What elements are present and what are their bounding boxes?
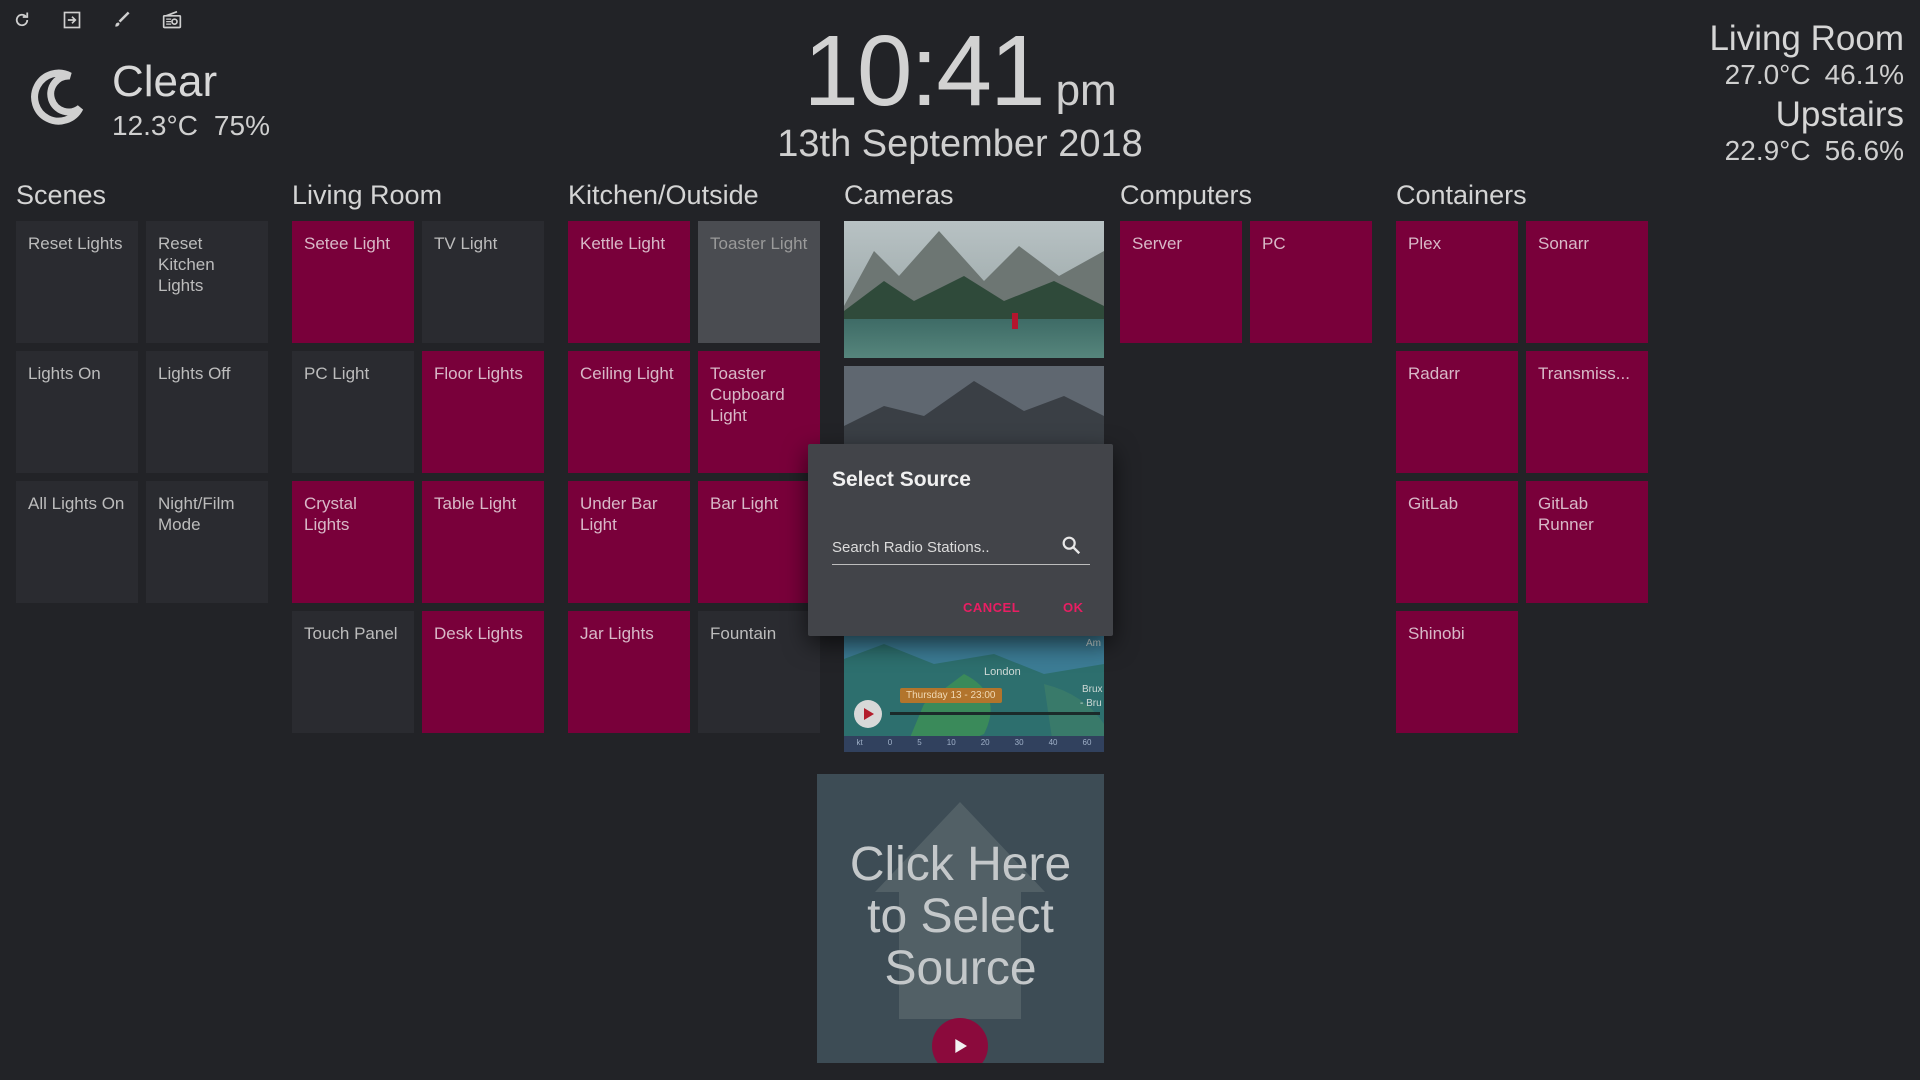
map-timestamp: Thursday 13 - 23:00	[900, 688, 1002, 703]
tile-toaster-cupboard-light[interactable]: Toaster Cupboard Light	[698, 351, 820, 473]
clock-ampm: pm	[1055, 66, 1117, 115]
map-city-label: Am	[1086, 638, 1101, 649]
sensor-temperature: 27.0°C	[1724, 59, 1811, 90]
sensor-humidity: 56.6%	[1824, 135, 1904, 166]
sensor-name-upstairs: Upstairs	[1775, 95, 1904, 134]
group-title: Computers	[1120, 180, 1253, 210]
group-title: Living Room	[292, 180, 443, 210]
map-timeline[interactable]	[890, 712, 1100, 715]
group-computers: Computers Server PC	[1120, 180, 1372, 343]
tile-crystal-lights[interactable]: Crystal Lights	[292, 481, 414, 603]
group-containers: Containers Plex Sonarr Radarr Transmiss.…	[1396, 180, 1648, 733]
tile-kettle-light[interactable]: Kettle Light	[568, 221, 690, 343]
camera-feed-2[interactable]	[844, 366, 1104, 444]
tile-shinobi[interactable]: Shinobi	[1396, 611, 1518, 733]
tile-pc[interactable]: PC	[1250, 221, 1372, 343]
sensor-name-living-room: Living Room	[1709, 19, 1904, 58]
tile-pc-light[interactable]: PC Light	[292, 351, 414, 473]
tile-tv-light[interactable]: TV Light	[422, 221, 544, 343]
tile-gitlab-runner[interactable]: GitLab Runner	[1526, 481, 1648, 603]
tile-night-film-mode[interactable]: Night/Film Mode	[146, 481, 268, 603]
map-city: London	[984, 666, 1021, 678]
sensor-temperature: 22.9°C	[1724, 135, 1811, 166]
group-living-room: Living Room Setee Light TV Light PC Ligh…	[292, 180, 544, 733]
map-play-button[interactable]	[854, 700, 882, 728]
group-kitchen-outside: Kitchen/Outside Kettle Light Toaster Lig…	[568, 180, 820, 733]
search-radio-input[interactable]	[832, 534, 1052, 560]
group-title: Scenes	[16, 180, 107, 210]
tile-desk-lights[interactable]: Desk Lights	[422, 611, 544, 733]
tile-all-lights-on[interactable]: All Lights On	[16, 481, 138, 603]
play-icon	[955, 1039, 967, 1053]
tile-ceiling-light[interactable]: Ceiling Light	[568, 351, 690, 473]
tile-plex[interactable]: Plex	[1396, 221, 1518, 343]
group-title: Cameras	[844, 180, 954, 210]
tile-jar-lights[interactable]: Jar Lights	[568, 611, 690, 733]
cancel-button[interactable]: CANCEL	[963, 600, 1020, 615]
radio-source-card[interactable]: Click Here to Select Source	[817, 774, 1104, 1063]
tile-transmission[interactable]: Transmiss...	[1526, 351, 1648, 473]
ok-button[interactable]: OK	[1063, 600, 1084, 615]
group-title: Containers	[1396, 180, 1527, 210]
tile-fountain[interactable]: Fountain	[698, 611, 820, 733]
tile-server[interactable]: Server	[1120, 221, 1242, 343]
group-title: Kitchen/Outside	[568, 180, 759, 210]
tile-under-bar-light[interactable]: Under Bar Light	[568, 481, 690, 603]
select-source-dialog: Select Source CANCEL OK	[808, 444, 1113, 636]
map-city-label: Brux	[1082, 684, 1103, 695]
search-icon[interactable]	[1060, 534, 1082, 556]
clock-widget: 10:41 pm 13th September 2018	[0, 14, 1920, 166]
tile-radarr[interactable]: Radarr	[1396, 351, 1518, 473]
tile-toaster-light[interactable]: Toaster Light	[698, 221, 820, 343]
search-field	[832, 534, 1090, 565]
map-city-label: - Bru	[1080, 698, 1102, 709]
weather-radar-map[interactable]: London Am Brux - Bru Thursday 13 - 23:00…	[844, 634, 1104, 752]
room-sensors: Living Room 27.0°C 46.1% Upstairs 22.9°C 5…	[1709, 20, 1904, 172]
tile-lights-off[interactable]: Lights Off	[146, 351, 268, 473]
tile-sonarr[interactable]: Sonarr	[1526, 221, 1648, 343]
play-icon	[864, 708, 874, 720]
tile-reset-lights[interactable]: Reset Lights	[16, 221, 138, 343]
radio-prompt-line: Click Here	[849, 838, 1072, 891]
tile-reset-kitchen-lights[interactable]: Reset Kitchen Lights	[146, 221, 268, 343]
tile-touch-panel[interactable]: Touch Panel	[292, 611, 414, 733]
group-scenes: Scenes Reset Lights Reset Kitchen Lights…	[16, 180, 268, 603]
clock-time: 10:41	[803, 15, 1045, 127]
tile-gitlab[interactable]: GitLab	[1396, 481, 1518, 603]
tile-floor-lights[interactable]: Floor Lights	[422, 351, 544, 473]
camera-feed-1[interactable]	[844, 221, 1104, 358]
tile-lights-on[interactable]: Lights On	[16, 351, 138, 473]
radio-prompt-line: to Select	[867, 890, 1054, 943]
tile-setee-light[interactable]: Setee Light	[292, 221, 414, 343]
sensor-humidity: 46.1%	[1824, 59, 1904, 90]
radio-prompt-line: Source	[884, 942, 1037, 995]
tile-table-light[interactable]: Table Light	[422, 481, 544, 603]
map-scale: kt 0 5 10 20 30 40 60	[856, 738, 1092, 747]
tile-bar-light[interactable]: Bar Light	[698, 481, 820, 603]
clock-date: 13th September 2018	[777, 123, 1143, 165]
dialog-title: Select Source	[832, 468, 971, 491]
